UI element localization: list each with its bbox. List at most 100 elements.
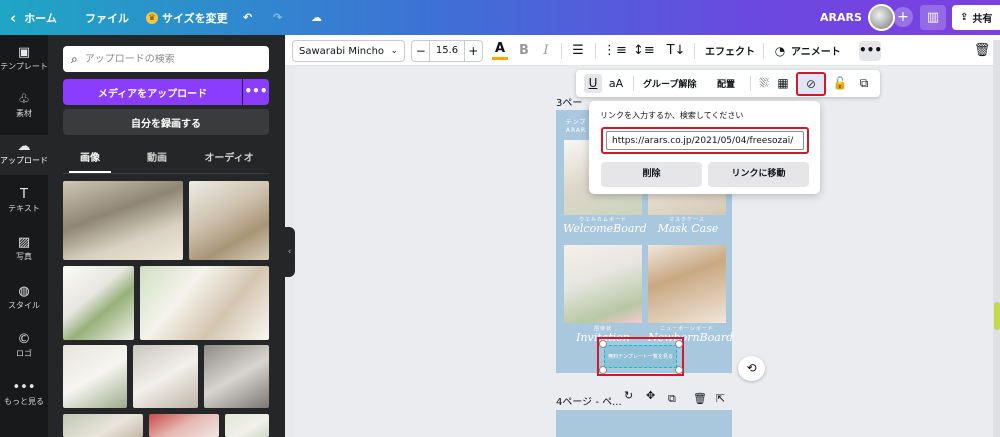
delete-page-icon[interactable]: 🗑: [693, 392, 707, 405]
link-popup-title: リンクを入力するか、検索してください: [600, 111, 744, 120]
upload-thumbnail[interactable]: [225, 414, 269, 437]
resize-handle[interactable]: [675, 340, 683, 348]
refresh-icon[interactable]: ⟲: [738, 356, 765, 381]
record-yourself-button[interactable]: 自分を録画する: [63, 109, 269, 135]
lock-icon[interactable]: 🔓: [832, 74, 848, 93]
rail-item-more[interactable]: ••• もっと見る: [0, 376, 48, 416]
list-icon[interactable]: ⋮≡: [603, 42, 627, 60]
rail-item-uploads[interactable]: ☁ アップロード: [0, 135, 48, 175]
rotate-icon[interactable]: ↻: [624, 389, 633, 402]
arrange-button[interactable]: 配置: [717, 77, 735, 90]
insights-icon[interactable]: ▥: [920, 5, 946, 30]
bold-icon[interactable]: B: [517, 42, 531, 60]
page-4-label[interactable]: 4ページ - ペ...: [556, 393, 622, 408]
transparency-icon[interactable]: ▦: [776, 74, 790, 93]
copy-style-icon[interactable]: ⧉: [856, 74, 872, 93]
uploads-panel: ⌕ メディアをアップロード ••• 自分を録画する 画像 動画 オーディオ: [48, 35, 285, 437]
share-button[interactable]: ⇪ 共有: [952, 5, 1000, 30]
upload-icon: ☁: [17, 139, 31, 154]
collapse-panel-handle[interactable]: ‹: [284, 227, 295, 277]
align-center-icon[interactable]: ☰: [569, 42, 587, 60]
upload-thumbnail[interactable]: [189, 181, 269, 260]
template-card-newborn[interactable]: [648, 245, 726, 323]
paint-roller-icon[interactable]: ⛆: [756, 74, 772, 93]
home-button[interactable]: ‹ ホーム: [10, 0, 57, 35]
undo-icon[interactable]: ↶: [243, 0, 252, 35]
font-size-stepper[interactable]: − 15.6 +: [411, 40, 483, 62]
design-name[interactable]: ARARS: [820, 0, 862, 35]
card-script-title: Mask Case: [657, 222, 719, 235]
rail-item-templates[interactable]: ▣ テンプレート: [0, 41, 48, 81]
text-case-button[interactable]: aA: [606, 74, 626, 93]
rail-label: スタイル: [8, 301, 40, 310]
text-toolbar: Sawarabi Mincho ⌄ − 15.6 + A B I ☰ ⋮≡ ↕≡…: [285, 35, 1000, 66]
separator: [561, 43, 562, 59]
resize-handle[interactable]: [599, 340, 607, 348]
rail-item-logos[interactable]: © ロゴ: [0, 328, 48, 368]
redo-icon[interactable]: ↷: [273, 0, 282, 35]
rail-item-photos[interactable]: ▨ 写真: [0, 231, 48, 271]
decrease-size-button[interactable]: −: [412, 44, 429, 58]
template-card-invitation[interactable]: [564, 245, 642, 323]
tab-videos[interactable]: 動画: [137, 149, 177, 173]
upload-options-icon[interactable]: •••: [243, 79, 269, 105]
upload-thumbnail[interactable]: [133, 345, 198, 408]
resize-handle[interactable]: [599, 366, 607, 374]
tab-audio[interactable]: オーディオ: [199, 149, 259, 173]
resize-handle[interactable]: [675, 366, 683, 374]
effects-button[interactable]: エフェクト: [705, 43, 755, 58]
separator: [595, 43, 596, 59]
duplicate-page-icon[interactable]: ⧉: [668, 392, 676, 406]
italic-icon[interactable]: I: [539, 42, 553, 60]
font-family-value: Sawarabi Mincho: [299, 45, 385, 57]
rail-item-styles[interactable]: ◍ スタイル: [0, 280, 48, 320]
search-icon: ⌕: [71, 51, 78, 66]
upload-thumbnail[interactable]: [149, 414, 219, 437]
add-collaborator-icon[interactable]: +: [893, 7, 913, 27]
rail-item-text[interactable]: T テキスト: [0, 183, 48, 223]
link-icon[interactable]: ⊘: [796, 72, 826, 96]
upload-thumbnail[interactable]: [140, 266, 269, 340]
animate-button[interactable]: アニメート: [791, 43, 841, 58]
avatar[interactable]: [868, 4, 895, 31]
rail-label: 素材: [16, 109, 32, 118]
search-box[interactable]: ⌕: [63, 46, 269, 72]
font-size-value[interactable]: 15.6: [429, 41, 465, 61]
increase-size-button[interactable]: +: [465, 44, 482, 58]
underline-icon[interactable]: U: [584, 74, 602, 93]
search-input[interactable]: [84, 53, 255, 65]
move-icon[interactable]: ✥: [646, 389, 655, 402]
delete-link-button[interactable]: 削除: [601, 162, 702, 187]
scrollbar-thumb[interactable]: [994, 302, 1000, 330]
trash-icon[interactable]: 🗑: [973, 42, 991, 60]
template-list-button[interactable]: 無料テンプレート一覧を見る: [604, 345, 677, 368]
scrollbar-track[interactable]: [993, 40, 1000, 437]
more-icon: •••: [12, 380, 36, 395]
upload-thumbnail[interactable]: [63, 414, 143, 437]
go-to-link-button[interactable]: リンクに移動: [708, 162, 809, 187]
file-menu[interactable]: ファイル: [85, 0, 129, 35]
spacing-icon[interactable]: ↕≡: [633, 42, 655, 60]
upload-thumbnail[interactable]: [63, 345, 127, 408]
rail-label: 写真: [16, 252, 32, 261]
rail-label: テンプレート: [0, 62, 48, 71]
cloud-sync-icon[interactable]: ☁: [311, 0, 322, 35]
upload-media-button[interactable]: メディアをアップロード: [63, 79, 242, 105]
rail-item-elements[interactable]: ♧ 素材: [0, 88, 48, 128]
upload-thumbnail[interactable]: [63, 181, 183, 260]
animate-icon[interactable]: ◔: [773, 42, 787, 60]
chevron-down-icon: ⌄: [390, 46, 398, 56]
more-options-icon[interactable]: •••: [859, 41, 882, 61]
page-4[interactable]: [556, 410, 732, 437]
tab-images[interactable]: 画像: [69, 149, 111, 173]
upload-thumbnail[interactable]: [63, 266, 134, 340]
url-input[interactable]: [606, 131, 804, 150]
ungroup-button[interactable]: グループ解除: [643, 77, 696, 90]
vertical-text-icon[interactable]: T↓: [666, 42, 686, 60]
text-color-icon[interactable]: A: [492, 42, 508, 60]
crown-icon: ♛: [146, 11, 158, 24]
upload-thumbnail[interactable]: [204, 345, 269, 408]
resize-button[interactable]: ♛ サイズを変更: [146, 0, 228, 35]
font-family-select[interactable]: Sawarabi Mincho ⌄: [292, 40, 405, 62]
add-page-icon[interactable]: ⇱: [716, 392, 725, 405]
